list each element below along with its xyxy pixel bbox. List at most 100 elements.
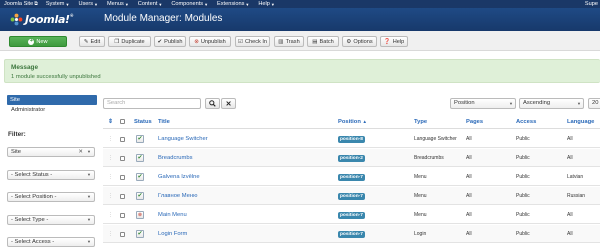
status-toggle[interactable]: ✔ [136, 130, 144, 148]
search-input[interactable]: Search [103, 98, 201, 109]
pages-value: All [466, 193, 472, 199]
status-column-header[interactable]: Status [134, 119, 152, 125]
filter-label: Filter: [8, 131, 26, 138]
module-title: Galvena Izvēlne [158, 174, 200, 180]
gear-icon: ⚙ [346, 38, 352, 45]
type-cell: Menu [414, 168, 427, 186]
new-button[interactable]: + New [9, 36, 67, 47]
menu-components[interactable]: Components ▼ [171, 1, 208, 7]
sidebar-item-site[interactable]: Site [7, 95, 97, 105]
message-text: 1 module successfully unpublished [11, 74, 101, 80]
published-check-icon: ✔ [136, 192, 144, 200]
user-menu[interactable]: Supe [585, 0, 598, 8]
row-checkbox[interactable] [120, 187, 125, 205]
ordering-select[interactable]: Position ▼ [450, 98, 516, 109]
status-toggle[interactable]: ✔ [136, 225, 144, 243]
row-checkbox[interactable] [120, 149, 125, 167]
checkbox [120, 231, 125, 237]
pages-column-header[interactable]: Pages [466, 119, 483, 125]
drag-handle[interactable]: ⋮ [108, 149, 113, 167]
status-toggle[interactable]: ✔ [136, 168, 144, 186]
status-filter-select[interactable]: - Select Status - ▼ [7, 170, 95, 180]
row-checkbox[interactable] [120, 130, 125, 148]
trash-button[interactable]: ▥ Trash [274, 36, 304, 47]
menu-menus[interactable]: Menus ▼ [107, 1, 129, 7]
drag-handle[interactable]: ⋮ [108, 225, 113, 243]
client-filter-select[interactable]: Site ✕ ▼ [7, 147, 95, 157]
module-title-link[interactable]: Main Menu [158, 206, 187, 224]
ordering-column-header[interactable]: ⇕ [108, 119, 113, 125]
joomla-logo[interactable]: Joomla!® [10, 13, 74, 26]
help-button[interactable]: ❓ Help [380, 36, 408, 47]
table-row: ⋮ ⊗ Main Menu position-7 Menu All Public All [103, 206, 600, 224]
status-toggle[interactable]: ✔ [136, 187, 144, 205]
row-checkbox[interactable] [120, 225, 125, 243]
direction-select[interactable]: Ascending ▼ [519, 98, 584, 109]
batch-button[interactable]: ▤ Batch [307, 36, 339, 47]
title-column-header[interactable]: Title [158, 119, 170, 125]
select-value: Ascending [523, 100, 551, 106]
site-link[interactable]: Joomla Site ⧉ [4, 1, 38, 7]
type-value: Language Switcher [414, 136, 457, 142]
position-filter-select[interactable]: - Select Position - ▼ [7, 192, 95, 202]
clear-selection-icon[interactable]: ✕ [78, 148, 83, 156]
sort-icon: ⇕ [108, 119, 113, 125]
menu-extensions[interactable]: Extensions ▼ [217, 1, 249, 7]
publish-button[interactable]: ✔ Publish [154, 36, 186, 47]
button-label: Batch [319, 38, 334, 45]
status-toggle[interactable]: ⊗ [136, 206, 144, 224]
chevron-down-icon: ▼ [87, 172, 91, 177]
copy-icon: ❐ [114, 38, 120, 45]
language-cell: All [567, 225, 573, 243]
caret-down-icon: ▼ [204, 1, 209, 7]
check-in-button[interactable]: ☑ Check In [235, 36, 270, 47]
type-cell: Breadcrumbs [414, 149, 444, 167]
drag-handle-icon: ⋮ [108, 231, 113, 237]
unpublish-button[interactable]: ⊗ Unpublish [189, 36, 231, 47]
access-filter-select[interactable]: - Select Access - ▼ [7, 237, 95, 247]
sidebar-item-administrator[interactable]: Administrator [11, 107, 45, 113]
type-filter-select[interactable]: - Select Type - ▼ [7, 215, 95, 225]
module-title-link[interactable]: Galvena Izvēlne [158, 168, 200, 186]
position-column-header[interactable]: Position ▲ [338, 119, 367, 125]
clear-button[interactable]: ✕ [221, 98, 236, 109]
row-checkbox[interactable] [120, 168, 125, 186]
limit-select[interactable]: 20 [588, 98, 600, 109]
access-cell: Public [516, 206, 530, 224]
pages-cell: All [466, 149, 472, 167]
position-badge: position-7 [338, 168, 365, 186]
module-title: Main Menu [158, 212, 187, 218]
module-title: Login Form [158, 231, 188, 237]
type-column-header[interactable]: Type [414, 119, 427, 125]
chevron-down-icon: ▼ [87, 149, 91, 154]
checkbox [120, 155, 125, 161]
edit-button[interactable]: ✎ Edit [79, 36, 105, 47]
access-column-header[interactable]: Access [516, 119, 536, 125]
drag-handle[interactable]: ⋮ [108, 206, 113, 224]
chevron-down-icon: ▼ [87, 239, 91, 244]
options-button[interactable]: ⚙ Options [342, 36, 377, 47]
type-cell: Language Switcher [414, 130, 457, 148]
search-button[interactable] [205, 98, 220, 109]
drag-handle[interactable]: ⋮ [108, 130, 113, 148]
row-checkbox[interactable] [120, 206, 125, 224]
menu-system[interactable]: System ▼ [46, 1, 70, 7]
checkbox [120, 193, 125, 199]
type-value: Login [414, 231, 427, 237]
select-all-checkbox[interactable] [120, 119, 125, 126]
status-toggle[interactable]: ✔ [136, 149, 144, 167]
clear-icon: ✕ [225, 100, 232, 108]
drag-handle[interactable]: ⋮ [108, 168, 113, 186]
module-title-link[interactable]: Breadcrumbs [158, 149, 192, 167]
pages-cell: All [466, 130, 472, 148]
module-title-link[interactable]: Главное Меню [158, 187, 197, 205]
menu-help[interactable]: Help ▼ [258, 1, 274, 7]
access-cell: Public [516, 225, 530, 243]
drag-handle[interactable]: ⋮ [108, 187, 113, 205]
menu-users[interactable]: Users ▼ [78, 1, 98, 7]
module-title-link[interactable]: Login Form [158, 225, 187, 243]
menu-content[interactable]: Content ▼ [138, 1, 163, 7]
module-title-link[interactable]: Language Switcher [158, 130, 208, 148]
language-column-header[interactable]: Language [567, 119, 594, 125]
duplicate-button[interactable]: ❐ Duplicate [108, 36, 151, 47]
